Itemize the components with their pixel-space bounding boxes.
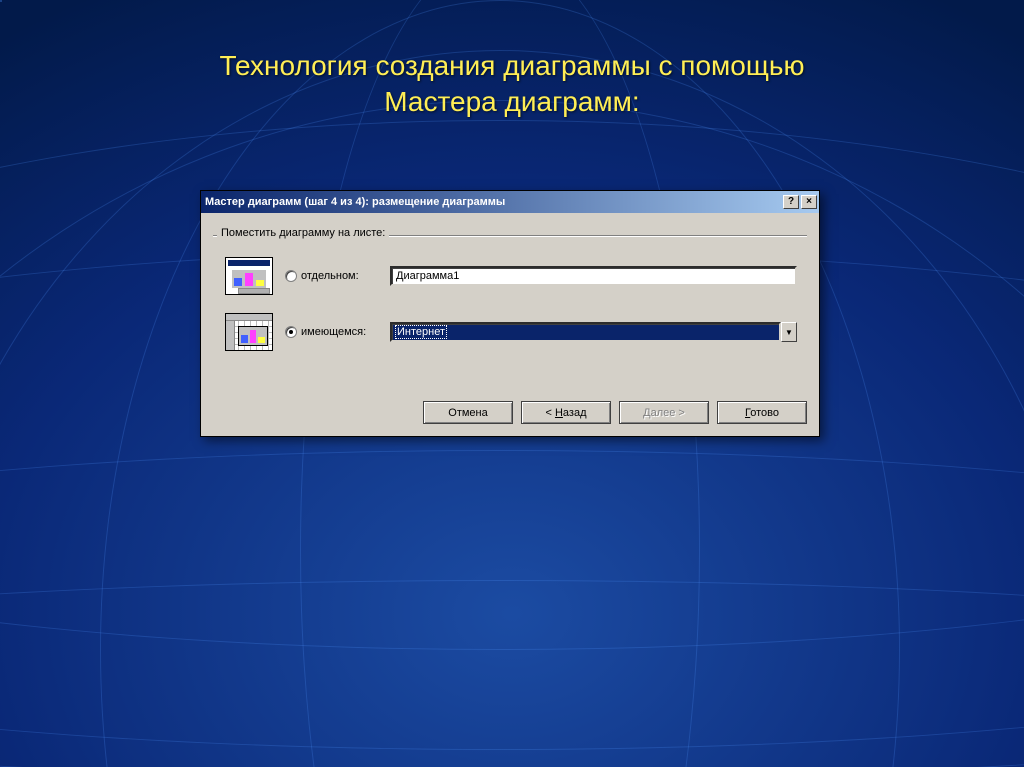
cancel-button[interactable]: Отмена: [423, 401, 513, 424]
dialog-button-row: Отмена < Назад Далее > Готово: [201, 393, 819, 436]
separate-sheet-name-input[interactable]: Диаграмма1: [390, 266, 797, 286]
dialog-body: Поместить диаграмму на листе: отдельном:…: [201, 213, 819, 393]
close-button[interactable]: ×: [801, 195, 817, 209]
existing-sheet-icon: [223, 311, 275, 353]
option-existing-row: имеющемся: Интернет ▼: [223, 311, 797, 353]
option-separate-row: отдельном: Диаграмма1: [223, 255, 797, 297]
chevron-down-icon: ▼: [785, 328, 793, 337]
radio-separate[interactable]: отдельном:: [285, 270, 380, 282]
chart-wizard-dialog: Мастер диаграмм (шаг 4 из 4): размещение…: [200, 190, 820, 437]
finish-button[interactable]: Готово: [717, 401, 807, 424]
existing-sheet-value: Интернет: [390, 322, 781, 342]
back-button[interactable]: < Назад: [521, 401, 611, 424]
radio-existing-indicator: [285, 326, 297, 338]
dialog-titlebar[interactable]: Мастер диаграмм (шаг 4 из 4): размещение…: [201, 191, 819, 213]
dialog-title: Мастер диаграмм (шаг 4 из 4): размещение…: [205, 196, 505, 208]
radio-existing[interactable]: имеющемся:: [285, 326, 380, 338]
next-button: Далее >: [619, 401, 709, 424]
slide-title-line2: Мастера диаграмм:: [384, 86, 639, 117]
slide-title-line1: Технология создания диаграммы с помощью: [220, 50, 805, 81]
radio-separate-indicator: [285, 270, 297, 282]
radio-separate-label: отдельном:: [301, 270, 359, 282]
combo-dropdown-button[interactable]: ▼: [781, 322, 797, 342]
slide-title: Технология создания диаграммы с помощью …: [0, 48, 1024, 121]
separate-sheet-icon: [223, 255, 275, 297]
group-label: Поместить диаграмму на листе:: [217, 227, 389, 239]
help-button[interactable]: ?: [783, 195, 799, 209]
radio-existing-label: имеющемся:: [301, 326, 366, 338]
placement-group: Поместить диаграмму на листе: отдельном:…: [213, 223, 807, 381]
existing-sheet-combo[interactable]: Интернет ▼: [390, 322, 797, 342]
